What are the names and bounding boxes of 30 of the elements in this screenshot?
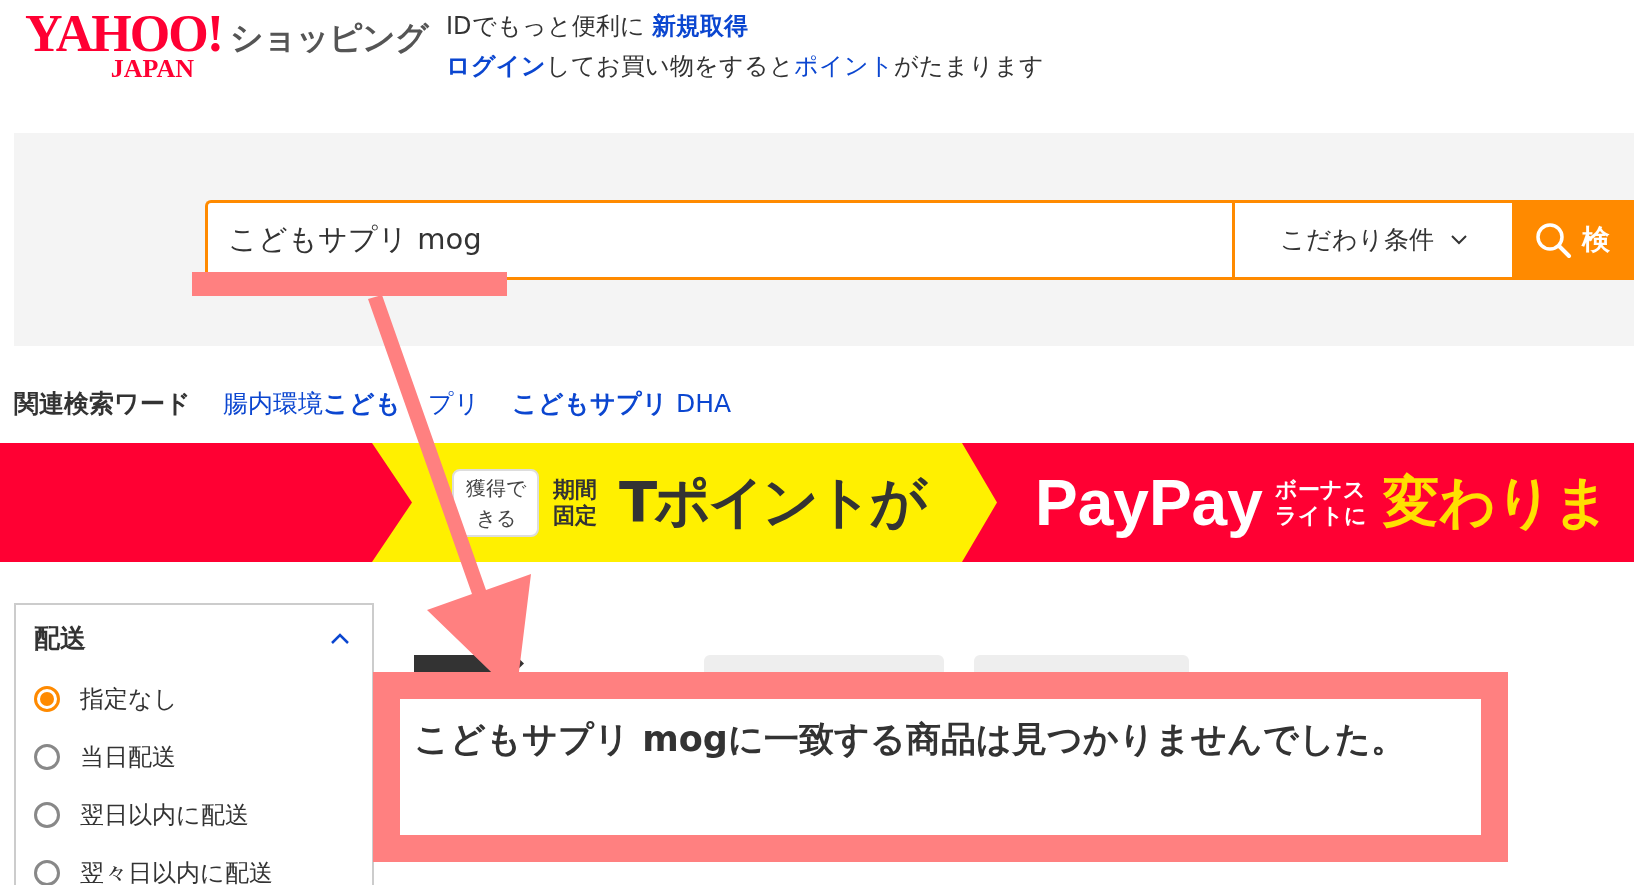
radio-button[interactable] [34,860,60,885]
radio-button[interactable] [34,802,60,828]
search-field[interactable]: こどもサプリ mog こだわり条件 [205,199,1512,280]
banner-text: Tポイントが [619,467,925,536]
no-results-message: こどもサプリ mogに一致する商品は見つかりませんでした。 [414,718,1406,761]
related-link[interactable]: こどもサプリ DHA [512,387,732,420]
yahoo-logo[interactable]: YAHOO! JAPAN [25,8,222,82]
promo-text: IDでもっと便利に 新規取得 [446,11,750,42]
related-link[interactable]: 腸内環境こども [223,387,401,420]
text-link[interactable]: ログイン [446,52,546,80]
filter-title: 配送 [34,622,86,655]
banner-text: PayPay [1035,465,1263,540]
related-link[interactable]: プリ [428,387,480,420]
option-label[interactable]: 当日配送 [80,741,176,773]
option-label[interactable]: 翌々日以内に配送 [80,857,273,885]
service-name: ショッピング [230,17,428,59]
promo-text: ログイン してお買い物をすると ポイント がたまります [446,51,1044,82]
banner-text: 変わりま [1382,467,1610,536]
text-link[interactable]: ポイント [794,52,894,80]
radio-button[interactable] [34,744,60,770]
radio-button[interactable] [34,686,60,712]
chevron-down-icon [1449,233,1468,246]
banner-text: 期間固定 [553,476,598,529]
text-link[interactable]: 新規取得 [652,12,749,40]
speech-bubble: 獲得できる [452,468,539,537]
search-icon [1534,220,1572,259]
option-label[interactable]: 翌日以内に配送 [80,799,249,831]
banner-text: ボーナスライトに [1274,476,1368,529]
option-label[interactable]: 指定なし [80,683,178,715]
related-label: 関連検索ワード [14,388,191,420]
